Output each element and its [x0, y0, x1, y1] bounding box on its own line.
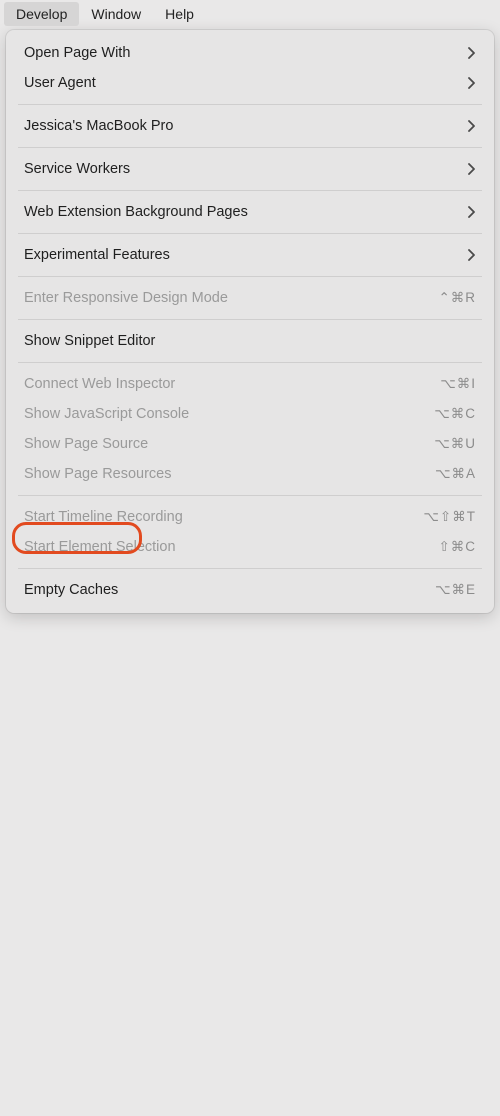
menu-item-responsive-mode: Enter Responsive Design Mode ⌃⌘R — [6, 283, 494, 313]
menu-label: Enter Responsive Design Mode — [24, 288, 438, 308]
chevron-right-icon — [468, 120, 476, 132]
menu-item-experimental[interactable]: Experimental Features — [6, 240, 494, 270]
menu-item-user-agent[interactable]: User Agent — [6, 68, 494, 98]
menu-item-web-ext-bg[interactable]: Web Extension Background Pages — [6, 197, 494, 227]
chevron-right-icon — [468, 47, 476, 59]
menu-shortcut: ⌥⌘C — [434, 404, 476, 424]
menu-item-connect-inspector: Connect Web Inspector ⌥⌘I — [6, 369, 494, 399]
menu-item-js-console: Show JavaScript Console ⌥⌘C — [6, 399, 494, 429]
menu-item-empty-caches[interactable]: Empty Caches ⌥⌘E — [6, 575, 494, 605]
menu-separator — [18, 362, 482, 363]
menu-label: Show JavaScript Console — [24, 404, 434, 424]
menu-shortcut: ⇧⌘C — [438, 537, 476, 557]
chevron-right-icon — [468, 163, 476, 175]
menu-item-service-workers[interactable]: Service Workers — [6, 154, 494, 184]
menu-shortcut: ⌥⌘A — [435, 464, 476, 484]
menu-shortcut: ⌃⌘R — [438, 288, 476, 308]
develop-dropdown: Open Page With User Agent Jessica's MacB… — [6, 30, 494, 613]
menu-item-page-resources: Show Page Resources ⌥⌘A — [6, 459, 494, 489]
menu-item-snippet-editor[interactable]: Show Snippet Editor — [6, 326, 494, 356]
menu-label: Show Page Resources — [24, 464, 435, 484]
menu-shortcut: ⌥⌘U — [434, 434, 476, 454]
menu-separator — [18, 233, 482, 234]
chevron-right-icon — [468, 77, 476, 89]
menu-label: Start Timeline Recording — [24, 507, 423, 527]
menu-label: Open Page With — [24, 43, 468, 63]
chevron-right-icon — [468, 206, 476, 218]
menu-item-page-source: Show Page Source ⌥⌘U — [6, 429, 494, 459]
menu-item-device[interactable]: Jessica's MacBook Pro — [6, 111, 494, 141]
menu-shortcut: ⌥⇧⌘T — [423, 507, 476, 527]
menu-label: Connect Web Inspector — [24, 374, 440, 394]
menu-label: Start Element Selection — [24, 537, 438, 557]
menu-separator — [18, 276, 482, 277]
menubar-item-window[interactable]: Window — [79, 2, 153, 26]
menu-shortcut: ⌥⌘E — [435, 580, 476, 600]
menu-label: Show Page Source — [24, 434, 434, 454]
menu-label: Web Extension Background Pages — [24, 202, 468, 222]
chevron-right-icon — [468, 249, 476, 261]
menu-separator — [18, 147, 482, 148]
menu-separator — [18, 319, 482, 320]
menu-label: User Agent — [24, 73, 468, 93]
menubar-item-develop[interactable]: Develop — [4, 2, 79, 26]
menubar: Develop Window Help — [0, 0, 500, 28]
menu-item-open-page-with[interactable]: Open Page With — [6, 38, 494, 68]
menu-label: Show Snippet Editor — [24, 331, 476, 351]
menu-label: Service Workers — [24, 159, 468, 179]
menu-label: Empty Caches — [24, 580, 435, 600]
menu-label: Experimental Features — [24, 245, 468, 265]
menu-separator — [18, 495, 482, 496]
menubar-item-help[interactable]: Help — [153, 2, 206, 26]
menu-label: Jessica's MacBook Pro — [24, 116, 468, 136]
menu-shortcut: ⌥⌘I — [440, 374, 476, 394]
menu-separator — [18, 190, 482, 191]
menu-separator — [18, 568, 482, 569]
menu-separator — [18, 104, 482, 105]
menu-item-timeline-recording: Start Timeline Recording ⌥⇧⌘T — [6, 502, 494, 532]
